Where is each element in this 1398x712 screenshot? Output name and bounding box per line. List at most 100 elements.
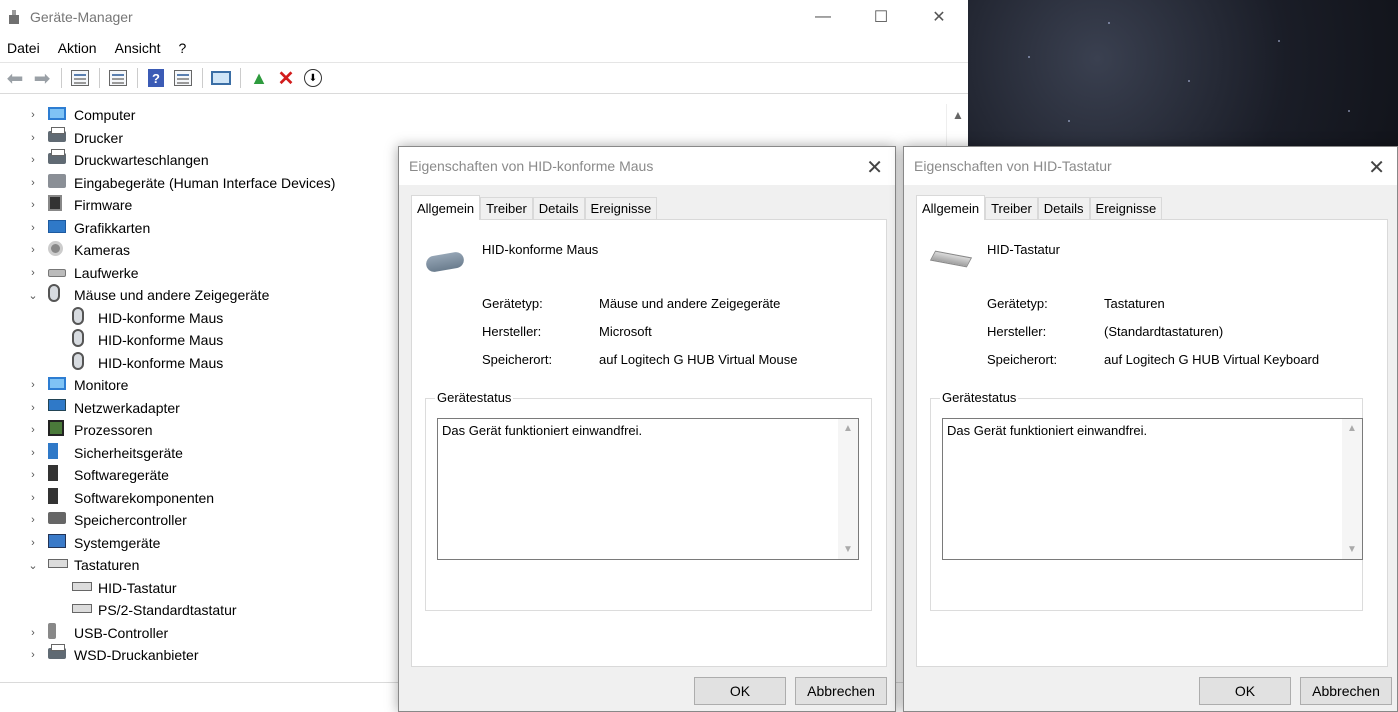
tab-details[interactable]: Details [532, 197, 585, 219]
action-pane-button[interactable] [170, 66, 196, 90]
mouse-properties-dialog: Eigenschaften von HID-konforme Maus ✕ Al… [398, 146, 896, 712]
chip-icon [48, 195, 62, 211]
close-button[interactable]: ✕ [910, 0, 968, 34]
device-status-label: Gerätestatus [940, 390, 1019, 405]
chevron-right-icon[interactable]: › [28, 177, 38, 189]
device-status-textbox[interactable]: Das Gerät funktioniert einwandfrei. ▲ ▼ [437, 418, 859, 560]
menu-aktion[interactable]: Aktion [58, 40, 97, 56]
scan-hardware-button[interactable] [208, 66, 234, 90]
chevron-right-icon[interactable]: › [28, 424, 38, 436]
chevron-right-icon[interactable]: › [28, 627, 38, 639]
tree-category-item[interactable]: › Computer [0, 104, 946, 127]
cancel-button[interactable]: Abbrechen [1300, 677, 1392, 705]
chevron-right-icon[interactable]: › [28, 132, 38, 144]
chevron-down-icon[interactable]: ⌄ [28, 289, 38, 302]
back-arrow-icon[interactable]: ⬅ [2, 66, 28, 90]
tree-item-label: HID-konforme Maus [98, 332, 224, 349]
minimize-button[interactable]: — [794, 0, 852, 34]
tab-ereignisse[interactable]: Ereignisse [1089, 197, 1163, 219]
mouse-icon [72, 351, 84, 370]
chevron-right-icon[interactable]: › [28, 514, 38, 526]
chevron-right-icon[interactable]: › [28, 447, 38, 459]
tree-item-label: Laufwerke [74, 264, 139, 281]
disable-device-button[interactable]: ⬇ [300, 66, 326, 90]
tab-treiber[interactable]: Treiber [480, 197, 533, 219]
printer-icon [48, 644, 66, 659]
keyboard-icon [72, 581, 92, 591]
display-adapter-icon [48, 219, 66, 233]
chevron-right-icon[interactable]: › [28, 109, 38, 121]
tree-item-label: Drucker [74, 129, 124, 146]
device-status-textbox[interactable]: Das Gerät funktioniert einwandfrei. ▲ ▼ [942, 418, 1363, 560]
title-bar: Geräte-Manager — ☐ ✕ [0, 0, 968, 34]
location-value: auf Logitech G HUB Virtual Keyboard [1104, 352, 1320, 367]
printer-icon [48, 149, 66, 164]
chevron-right-icon[interactable]: › [28, 402, 38, 414]
scroll-down-icon[interactable]: ▼ [1342, 544, 1362, 555]
scroll-up-icon[interactable]: ▲ [947, 108, 969, 122]
tree-item-label: Computer [74, 107, 136, 124]
ok-button[interactable]: OK [1199, 677, 1291, 705]
status-scrollbar[interactable]: ▲ ▼ [838, 419, 858, 559]
chevron-right-icon[interactable]: › [28, 199, 38, 211]
menu-ansicht[interactable]: Ansicht [115, 40, 161, 56]
cancel-button[interactable]: Abbrechen [795, 677, 887, 705]
tree-item-label: Druckwarteschlangen [74, 152, 209, 169]
device-type-label: Gerätetyp: [987, 296, 1048, 311]
key-icon [48, 442, 58, 459]
status-scrollbar[interactable]: ▲ ▼ [1342, 419, 1362, 559]
scroll-up-icon[interactable]: ▲ [1342, 423, 1362, 434]
tab-allgemein[interactable]: Allgemein [411, 195, 481, 220]
camera-icon [48, 241, 63, 256]
chevron-right-icon[interactable]: › [28, 649, 38, 661]
uninstall-device-button[interactable]: ✕ [273, 66, 299, 90]
show-hide-console-tree-button[interactable] [67, 66, 93, 90]
console-tree-icon [71, 70, 89, 86]
toolbar-separator [137, 68, 138, 88]
location-label: Speicherort: [987, 352, 1058, 367]
menu-datei[interactable]: Datei [7, 40, 40, 56]
chevron-down-icon[interactable]: ⌄ [28, 559, 38, 572]
keyboard-icon [72, 604, 92, 613]
chevron-right-icon[interactable]: › [28, 469, 38, 481]
menu-bar: Datei Aktion Ansicht ? [0, 34, 968, 62]
keyboard-device-icon [929, 250, 973, 268]
storage-icon [48, 512, 66, 524]
device-status-text: Das Gerät funktioniert einwandfrei. [947, 423, 1148, 438]
maximize-button[interactable]: ☐ [852, 0, 910, 34]
mouse-icon [72, 329, 84, 347]
software-icon [48, 487, 58, 504]
properties-icon [109, 70, 127, 86]
chevron-right-icon[interactable]: › [28, 222, 38, 234]
chevron-right-icon[interactable]: › [28, 537, 38, 549]
tab-treiber[interactable]: Treiber [985, 197, 1038, 219]
close-icon[interactable]: ✕ [1368, 155, 1385, 180]
scroll-down-icon[interactable]: ▼ [838, 544, 858, 555]
chevron-right-icon[interactable]: › [28, 492, 38, 504]
chevron-right-icon[interactable]: › [28, 244, 38, 256]
keyboard-properties-dialog: Eigenschaften von HID-Tastatur ✕ Allgeme… [903, 146, 1398, 712]
update-driver-button[interactable]: ▲ [246, 66, 272, 90]
device-status-group: Gerätestatus Das Gerät funktioniert einw… [930, 390, 1363, 611]
forward-arrow-icon[interactable]: ➡ [29, 66, 55, 90]
toolbar-separator [240, 68, 241, 88]
tab-allgemein[interactable]: Allgemein [916, 195, 986, 220]
properties-button[interactable] [105, 66, 131, 90]
ok-button[interactable]: OK [694, 677, 786, 705]
help-button[interactable]: ? [143, 66, 169, 90]
tab-details[interactable]: Details [1037, 197, 1090, 219]
menu-help[interactable]: ? [179, 40, 187, 56]
close-icon[interactable]: ✕ [866, 155, 883, 180]
scroll-up-icon[interactable]: ▲ [838, 423, 858, 434]
drive-icon [48, 268, 66, 277]
tab-ereignisse[interactable]: Ereignisse [584, 197, 658, 219]
mouse-icon [72, 306, 84, 325]
tree-item-label: Firmware [74, 197, 133, 214]
dialog-title-bar: Eigenschaften von HID-Tastatur ✕ [904, 147, 1397, 185]
chevron-right-icon[interactable]: › [28, 379, 38, 391]
tree-item-label: Monitore [74, 377, 129, 394]
chevron-right-icon[interactable]: › [28, 267, 38, 279]
hid-icon [48, 173, 66, 188]
device-manager-icon [6, 9, 22, 25]
chevron-right-icon[interactable]: › [28, 154, 38, 166]
